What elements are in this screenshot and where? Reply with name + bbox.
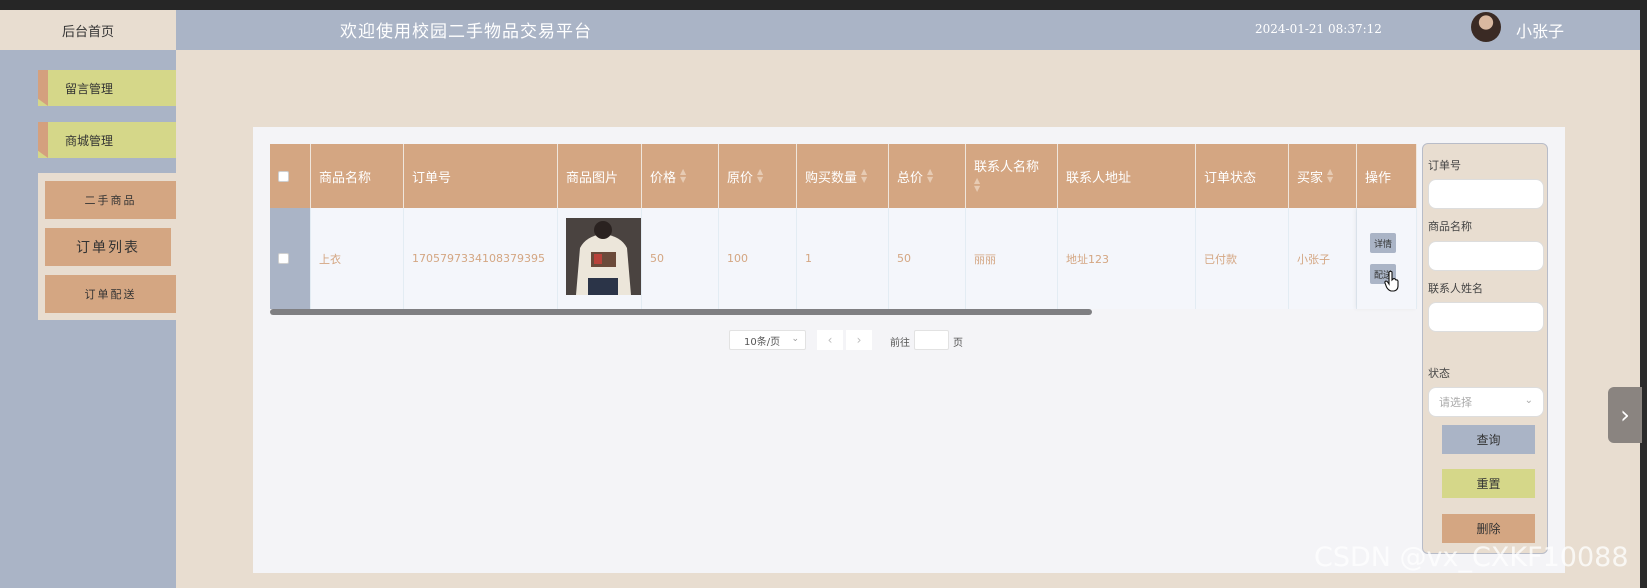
sidebar-subitem-orders[interactable]: 订单列表 — [45, 228, 171, 266]
status-label: 状态 — [1428, 367, 1450, 380]
sort-icon[interactable]: ▲ ▼ — [680, 168, 686, 184]
select-all-checkbox[interactable] — [278, 170, 289, 182]
col-header-label: 购买数量 — [805, 170, 858, 186]
window-right-strip — [1640, 10, 1647, 588]
col-header-buyer[interactable]: 买家 ▲ ▼ — [1289, 144, 1357, 208]
col-header-contact-name[interactable]: 联系人名称 ▲ ▼ — [966, 144, 1058, 208]
col-header-label: 原价 — [727, 170, 754, 186]
goto-suffix: 页 — [953, 338, 963, 349]
prev-page-button[interactable]: ‹ — [817, 330, 843, 350]
order-no-input[interactable] — [1428, 179, 1544, 209]
cell-price: 50 — [642, 208, 719, 309]
col-header-order-no: 订单号 — [404, 144, 558, 208]
col-header-image: 商品图片 — [558, 144, 642, 208]
chevron-left-icon: ‹ — [827, 333, 833, 347]
status-placeholder: 请选择 — [1439, 396, 1472, 409]
row-checkbox[interactable] — [278, 253, 289, 264]
chevron-right-icon: › — [856, 333, 862, 347]
top-header — [0, 10, 1640, 50]
col-header-price[interactable]: 价格 ▲ ▼ — [642, 144, 719, 208]
cell-total: 50 — [889, 208, 966, 309]
col-header-label: 总价 — [897, 170, 924, 186]
cell-status: 已付款 — [1196, 208, 1289, 309]
row-select-cell — [270, 208, 311, 309]
select-all-cell — [270, 144, 311, 208]
col-header-contact-address: 联系人地址 — [1058, 144, 1196, 208]
page-size-select[interactable]: 10条/页 ⌄ — [729, 330, 806, 350]
col-header-actions: 操作 — [1357, 144, 1417, 208]
sidebar-item-messages[interactable]: 留言管理 — [38, 70, 176, 106]
col-header-label: 买家 — [1297, 170, 1324, 186]
col-header-quantity[interactable]: 购买数量 ▲ ▼ — [797, 144, 889, 208]
goto-page-input[interactable] — [914, 330, 949, 350]
sort-icon[interactable]: ▲ ▼ — [927, 168, 933, 184]
cell-actions — [1357, 208, 1417, 309]
sort-icon[interactable]: ▲ ▼ — [1327, 168, 1333, 184]
sort-icon[interactable]: ▲ ▼ — [757, 168, 763, 184]
detail-button[interactable]: 详情 — [1370, 233, 1396, 253]
col-header-status: 订单状态 — [1196, 144, 1289, 208]
sidebar-subitem-secondhand[interactable]: 二手商品 — [45, 181, 176, 219]
watermark: CSDN @vx_CXKF10088 — [1314, 542, 1629, 573]
contact-name-input[interactable] — [1428, 302, 1544, 332]
username[interactable]: 小张子 — [1516, 18, 1564, 42]
delete-button[interactable]: 删除 — [1442, 514, 1535, 543]
sidebar-item-label: 留言管理 — [65, 81, 114, 96]
product-name-label: 商品名称 — [1428, 220, 1472, 233]
window-top-strip — [0, 0, 1647, 10]
hand-cursor-icon — [1384, 270, 1399, 292]
cell-name: 上衣 — [311, 208, 404, 309]
goto-prefix: 前往 — [890, 338, 910, 349]
page-size-value: 10条/页 — [744, 336, 781, 348]
sidebar-item-label: 商城管理 — [65, 133, 114, 148]
cell-order-no: 1705797334108379395 — [404, 208, 558, 309]
table-horizontal-scrollbar[interactable] — [270, 309, 1092, 315]
home-button[interactable]: 后台首页 — [0, 10, 176, 50]
chevron-right-icon: › — [1620, 401, 1630, 429]
sidebar-item-mall[interactable]: 商城管理 — [38, 122, 176, 158]
app-title: 欢迎使用校园二手物品交易平台 — [340, 22, 592, 42]
contact-name-label: 联系人姓名 — [1428, 282, 1483, 295]
datetime: 2024-01-21 08:37:12 — [1255, 22, 1382, 36]
query-button[interactable]: 查询 — [1442, 425, 1535, 454]
cell-original-price: 100 — [719, 208, 797, 309]
next-page-button[interactable]: › — [846, 330, 872, 350]
sidebar-subitem-delivery[interactable]: 订单配送 — [45, 275, 176, 313]
col-header-label: 价格 — [650, 170, 677, 186]
col-header-total[interactable]: 总价 ▲ ▼ — [889, 144, 966, 208]
side-expand-button[interactable]: › — [1608, 387, 1642, 443]
reset-button[interactable]: 重置 — [1442, 469, 1535, 498]
cell-quantity: 1 — [797, 208, 889, 309]
sort-icon[interactable]: ▲ ▼ — [861, 168, 867, 184]
col-header-name: 商品名称 — [311, 144, 404, 208]
avatar[interactable] — [1471, 12, 1501, 42]
cell-buyer: 小张子 — [1289, 208, 1357, 309]
col-header-label: 联系人名称 — [974, 160, 1040, 175]
status-select[interactable]: 请选择 ⌄ — [1428, 387, 1544, 417]
cell-contact-name: 丽丽 — [966, 208, 1058, 309]
chevron-down-icon: ⌄ — [1524, 395, 1533, 406]
col-header-original-price[interactable]: 原价 ▲ ▼ — [719, 144, 797, 208]
sort-icon[interactable]: ▲ ▼ — [974, 177, 980, 193]
product-name-input[interactable] — [1428, 241, 1544, 271]
product-image — [566, 218, 641, 295]
cell-contact-address: 地址123 — [1058, 208, 1196, 309]
order-no-label: 订单号 — [1428, 159, 1461, 172]
chevron-down-icon: ⌄ — [791, 334, 799, 344]
